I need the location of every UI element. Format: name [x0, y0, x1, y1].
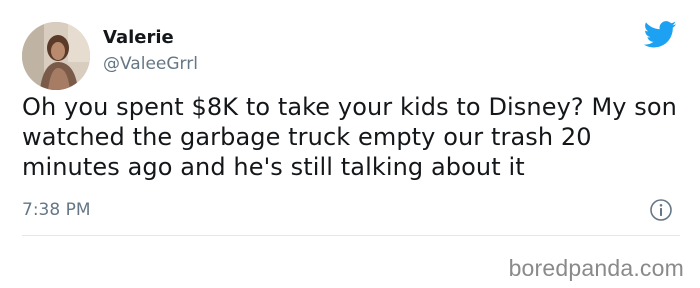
tweet-text: Oh you spent $8K to take your kids to Di…: [22, 93, 677, 181]
author-name[interactable]: Valerie: [103, 27, 174, 49]
timestamp[interactable]: 7:38 PM: [22, 199, 91, 221]
author-handle[interactable]: @ValeeGrrl: [103, 53, 198, 75]
watermark: boredpanda.com: [508, 255, 684, 281]
info-icon[interactable]: [649, 198, 673, 222]
avatar[interactable]: [22, 22, 90, 90]
avatar-image: [22, 22, 90, 90]
tweet-card: Valerie @ValeeGrrl Oh you spent $8K to t…: [0, 0, 700, 288]
twitter-bird-icon[interactable]: [643, 21, 677, 48]
divider: [22, 235, 680, 236]
